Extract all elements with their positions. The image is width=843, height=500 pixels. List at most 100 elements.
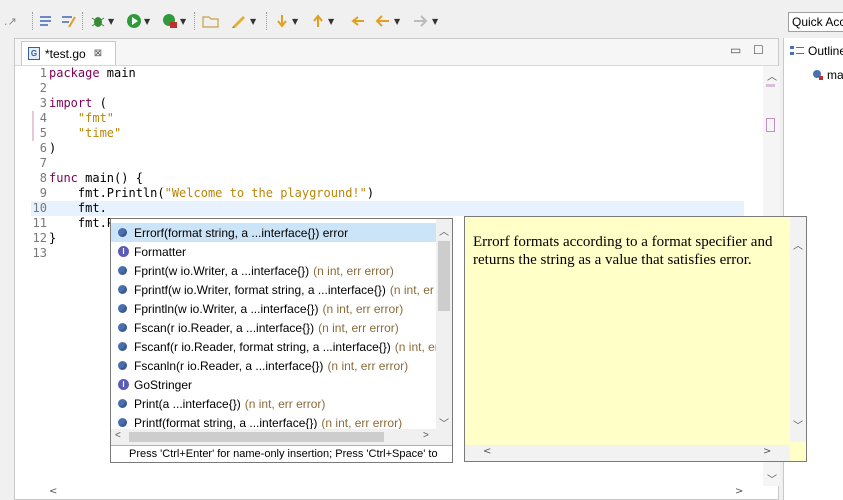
interface-icon: I [118,246,129,257]
function-icon [813,70,823,80]
close-icon[interactable]: ⊠ [94,48,102,59]
code-text: "time" [77,126,122,140]
scroll-left-icon[interactable]: < [483,446,491,457]
content-assist-popup: Errorf(format string, a ...interface{}) … [110,218,453,463]
run-config-icon[interactable]: ▼ [162,12,186,30]
completion-label: Printf(format string, a ...interface{}) [134,415,318,430]
code-line[interactable]: 8 func main() { [31,171,744,186]
completion-label: Formatter [134,244,187,259]
completion-item[interactable]: Fprint(w io.Writer, a ...interface{}) (n … [111,261,436,280]
code-line[interactable]: 1 package main [31,66,744,81]
back-icon[interactable]: ▼ [374,12,400,30]
outline-title[interactable]: Outline [790,44,843,58]
scroll-right-icon[interactable]: > [735,486,743,497]
scroll-right-icon[interactable]: > [423,430,429,441]
code-line[interactable]: 3 import ( [31,96,744,111]
code-line[interactable]: 10 fmt. [31,201,744,216]
completion-item[interactable]: Fscan(r io.Reader, a ...interface{}) (n i… [111,318,436,337]
completion-item[interactable]: Fscanln(r io.Reader, a ...interface{}) (n… [111,356,436,375]
popup-horizontal-scrollbar[interactable]: < > [111,429,452,445]
completion-label: Fscanf(r io.Reader, format string, a ...… [134,339,391,354]
code-line[interactable]: 4 "fmt" [31,111,744,126]
popup-status-hint: Press 'Ctrl+Enter' for name-only inserti… [111,445,452,462]
completion-label: Fprintf(w io.Writer, format string, a ..… [134,282,386,297]
completion-label: Fscan(r io.Reader, a ...interface{}) [134,320,315,335]
completion-item[interactable]: Fscanf(r io.Reader, format string, a ...… [111,337,436,356]
code-text: func main() { [49,171,143,185]
line-number: 12 [32,231,47,245]
scroll-right-icon[interactable]: > [763,446,771,457]
tab-test-go[interactable]: G *test.go ⊠ [21,41,116,65]
change-marker [32,111,34,126]
scroll-up-icon[interactable]: ︿ [439,223,449,238]
interface-icon: I [118,379,129,390]
code-text: fmt.Println("Welcome to the playground!"… [49,186,375,200]
line-number: 13 [32,246,47,260]
minimize-icon[interactable]: ▭ [730,43,741,57]
editor-horizontal-scrollbar[interactable]: < > [45,486,765,500]
completion-item[interactable]: Errorf(format string, a ...interface{}) … [111,223,436,242]
last-edit-icon[interactable] [350,12,368,30]
line-number: 11 [32,216,47,230]
completion-item[interactable]: I Formatter [111,242,436,261]
line-number: 8 [39,171,47,185]
scroll-left-icon[interactable]: < [115,430,121,441]
debug-icon[interactable]: ▼ [90,12,114,30]
new-folder-icon[interactable] [202,12,220,30]
line-number: 1 [39,66,47,80]
forward-icon[interactable]: ▼ [412,12,438,30]
code-line[interactable]: 2 [31,81,744,96]
outline-item-main[interactable]: ma [812,68,843,82]
code-text: fmt. [49,201,107,215]
run-icon[interactable]: ▼ [126,12,150,30]
scroll-up-icon[interactable]: ︿ [767,68,777,83]
code-line[interactable]: 5 "time" [31,126,744,141]
line-number: 9 [39,186,47,200]
completion-return-type: (n int, err error) [318,320,399,335]
editor-tab-bar: G *test.go ⊠ ▭ ☐ [15,39,778,66]
scroll-down-icon[interactable]: ﹀ [767,471,777,486]
code-line[interactable]: 7 [31,156,744,171]
line-number: 2 [39,81,47,95]
function-icon [118,418,127,427]
code-line[interactable]: 6) [31,141,744,156]
completion-item[interactable]: Fprintf(w io.Writer, format string, a ..… [111,280,436,299]
pen-icon[interactable]: ▼ [230,12,256,30]
completion-item[interactable]: I GoStringer [111,375,436,394]
maximize-icon[interactable]: ☐ [753,43,764,57]
doc-horizontal-scrollbar[interactable]: < > [465,445,790,461]
overview-marker [766,84,775,87]
undo-redo-icon[interactable]: .↗ [4,12,30,30]
scroll-thumb[interactable] [438,241,450,311]
format-icon[interactable] [38,12,54,30]
completion-item[interactable]: Print(a ...interface{}) (n int, err error… [111,394,436,413]
code-text: } [49,231,57,245]
documentation-popup: Errorf formats according to a format spe… [464,216,807,462]
completion-return-type: (n int, err [394,339,436,354]
scroll-left-icon[interactable]: < [49,486,57,497]
code-line[interactable]: 9 fmt.Println("Welcome to the playground… [31,186,744,201]
line-number: 7 [39,156,47,170]
scroll-down-icon[interactable]: ﹀ [793,417,803,432]
main-toolbar: .↗ ▼ ▼ ▼ ▼ ▼ ▼ ▼ ▼ Quick Acc [0,0,843,38]
go-file-icon: G [28,47,40,60]
completion-return-type: (n int, err error) [321,415,403,430]
code-text: "fmt" [77,111,115,125]
quick-access-input[interactable]: Quick Acc [788,12,843,32]
function-icon [118,399,127,408]
popup-vertical-scrollbar[interactable]: ︿ ﹀ [436,219,452,430]
completion-item[interactable]: Fprintln(w io.Writer, a ...interface{})(… [111,299,436,318]
completion-return-type: (n int, err error) [327,358,409,373]
scroll-down-icon[interactable]: ﹀ [439,415,449,430]
line-number: 6 [39,141,47,155]
next-annotation-icon[interactable]: ▼ [274,12,298,30]
doc-text: Errorf formats according to a format spe… [473,234,773,268]
completion-label: Fprintln(w io.Writer, a ...interface{}) [134,301,319,316]
scroll-thumb[interactable] [129,432,384,442]
function-icon [118,304,127,313]
annotation-icon[interactable] [60,12,76,30]
completion-return-type: (n int, err error) [313,263,394,278]
scroll-up-icon[interactable]: ︿ [793,237,803,252]
prev-annotation-icon[interactable]: ▼ [310,12,334,30]
doc-vertical-scrollbar[interactable]: ︿ ﹀ [790,217,806,442]
